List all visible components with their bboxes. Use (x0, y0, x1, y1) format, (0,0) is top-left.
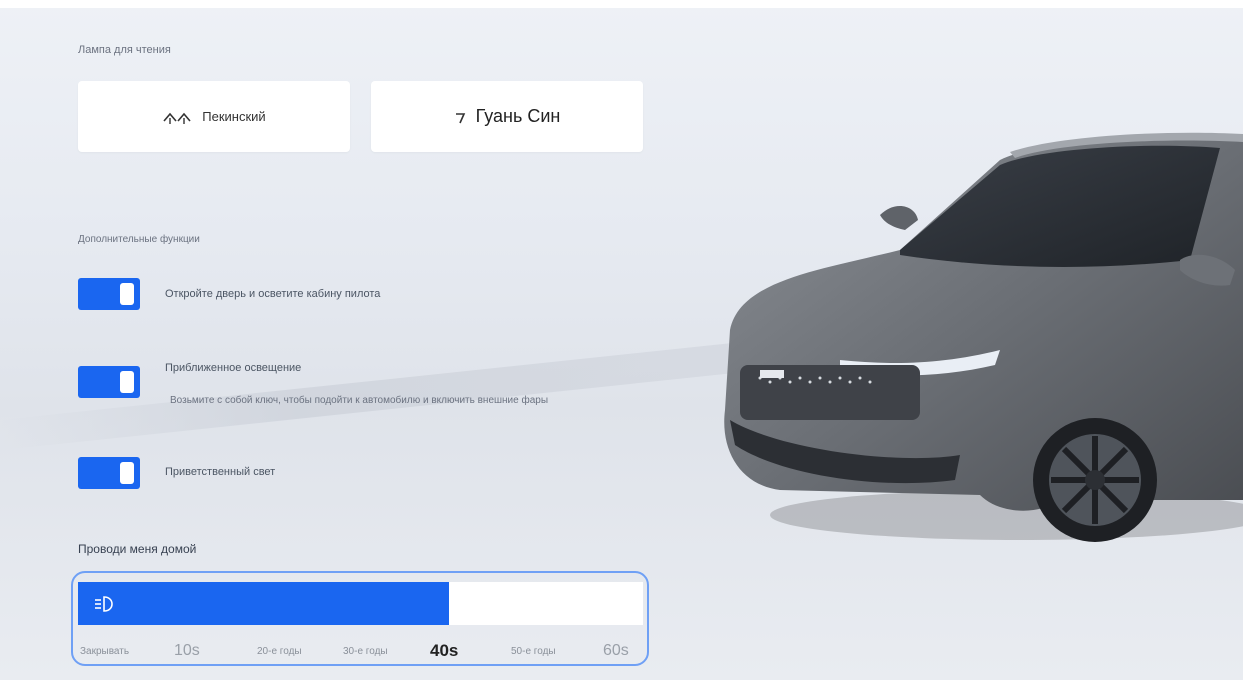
tick-50s[interactable]: 50-е годы (511, 646, 556, 657)
additional-section-title: Дополнительные функции (78, 234, 200, 245)
tick-20s[interactable]: 20-е годы (257, 646, 302, 657)
reading-lamp-icon (162, 109, 192, 125)
option-approach-lighting-sub: Возьмите с собой ключ, чтобы подойти к а… (170, 395, 549, 406)
tick-40s[interactable]: 40s (430, 641, 458, 661)
reading-lamp-button-left[interactable]: Пекинский (78, 81, 350, 152)
tick-30s[interactable]: 30-е годы (343, 646, 388, 657)
follow-me-home-slider[interactable] (78, 582, 643, 625)
toggle-knob (120, 462, 134, 484)
toggle-knob (120, 283, 134, 305)
tick-60s[interactable]: 60s (603, 642, 629, 660)
follow-me-home-slider-fill[interactable] (78, 582, 449, 625)
option-door-cockpit-light-label: Откройте дверь и осветите кабину пилота (165, 288, 381, 300)
headlight-icon (92, 592, 116, 616)
toggle-welcome-light[interactable] (78, 457, 140, 489)
tick-10s[interactable]: 10s (174, 642, 200, 660)
reading-lamp-section-title: Лампа для чтения (78, 44, 171, 56)
follow-me-home-title: Проводи меня домой (78, 542, 197, 556)
reading-lamp-button-right[interactable]: Гуань Син (371, 81, 643, 152)
toggle-knob (120, 371, 134, 393)
reading-lamp-button-right-label: Гуань Син (475, 106, 561, 126)
car-illustration (700, 120, 1243, 550)
option-welcome-light-label: Приветственный свет (165, 466, 276, 478)
toggle-door-cockpit-light[interactable] (78, 278, 140, 310)
top-strip (0, 0, 1243, 8)
reading-lamp-small-icon (454, 109, 466, 125)
tick-close[interactable]: Закрывать (80, 646, 129, 657)
toggle-approach-lighting[interactable] (78, 366, 140, 398)
reading-lamp-button-left-label: Пекинский (202, 109, 266, 124)
option-approach-lighting-label: Приближенное освещение (165, 362, 302, 374)
